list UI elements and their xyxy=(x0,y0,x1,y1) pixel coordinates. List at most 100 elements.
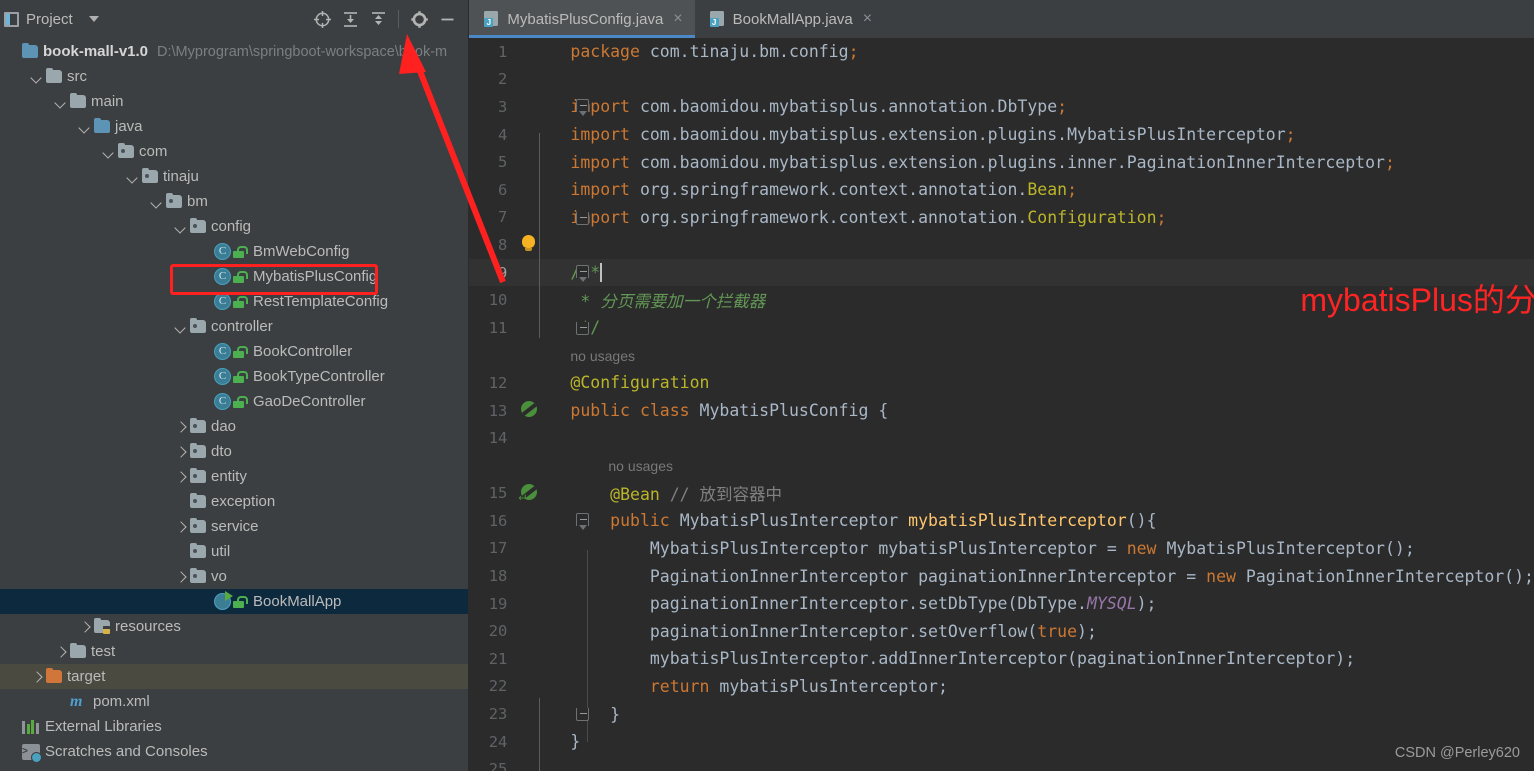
tree-item-resources[interactable]: resources xyxy=(0,614,468,639)
gutter-marker-area[interactable] xyxy=(515,286,561,314)
chevron-right-icon[interactable] xyxy=(174,470,188,484)
code-line[interactable]: 3 import com.baomidou.mybatisplus.annotat… xyxy=(469,93,1534,121)
tree-item-booktypecontroller[interactable]: C BookTypeController xyxy=(0,364,468,389)
code-line[interactable]: 4 import com.baomidou.mybatisplus.extensi… xyxy=(469,121,1534,149)
tree-item-test[interactable]: test xyxy=(0,639,468,664)
tree-item-bmwebconfig[interactable]: C BmWebConfig xyxy=(0,239,468,264)
tree-item-exception[interactable]: exception xyxy=(0,489,468,514)
intention-bulb-icon[interactable] xyxy=(522,235,536,252)
close-icon[interactable]: × xyxy=(673,11,682,27)
tree-item-main[interactable]: main xyxy=(0,89,468,114)
gutter-marker-area[interactable] xyxy=(515,424,561,452)
chevron-right-icon[interactable] xyxy=(174,520,188,534)
gutter-marker-area[interactable] xyxy=(515,121,561,149)
gutter-marker-area[interactable] xyxy=(515,342,561,370)
tree-item-target[interactable]: target xyxy=(0,664,469,689)
gutter-marker-area[interactable] xyxy=(515,617,561,645)
tree-item-util[interactable]: util xyxy=(0,539,468,564)
gutter-marker-area[interactable] xyxy=(515,259,590,287)
tree-item-service[interactable]: service xyxy=(0,514,468,539)
code-line[interactable]: 8 xyxy=(469,231,1534,259)
expand-all-icon[interactable] xyxy=(337,6,363,32)
chevron-right-icon[interactable] xyxy=(78,620,92,634)
locate-in-tree-icon[interactable] xyxy=(309,6,335,32)
tab-mybatisplusconfig[interactable]: MybatisPlusConfig.java × xyxy=(469,0,695,38)
gutter-marker-area[interactable] xyxy=(515,93,590,121)
tree-item-book-mall-v1-0[interactable]: book-mall-v1.0 D:\Myprogram\springboot-wo… xyxy=(0,39,468,64)
code-line[interactable]: 18 PaginationInnerInterceptor pagination… xyxy=(469,562,1534,590)
gutter-marker-area[interactable] xyxy=(515,176,561,204)
gutter-marker-area[interactable] xyxy=(515,728,561,756)
code-line[interactable]: 7 import org.springframework.context.anno… xyxy=(469,204,1534,232)
code-line[interactable]: 12 @Configuration xyxy=(469,369,1534,397)
tree-item-resttemplateconfig[interactable]: C RestTemplateConfig xyxy=(0,289,468,314)
gutter-marker-area[interactable] xyxy=(515,645,561,673)
code-line[interactable]: 20 paginationInnerInterceptor.setOverflo… xyxy=(469,617,1534,645)
tree-item-pom-xml[interactable]: m pom.xml xyxy=(0,689,468,714)
gutter-marker-area[interactable] xyxy=(515,590,561,618)
tree-item-scratches-and-consoles[interactable]: > Scratches and Consoles xyxy=(0,739,468,764)
gutter-marker-area[interactable] xyxy=(515,66,561,94)
navigate-icon[interactable]: ↵ xyxy=(518,490,526,503)
chevron-right-icon[interactable] xyxy=(174,570,188,584)
gutter-marker-area[interactable] xyxy=(515,148,561,176)
project-title-group[interactable]: Project xyxy=(4,11,99,28)
gutter-marker-area[interactable] xyxy=(515,535,561,563)
code-line[interactable]: 23 } xyxy=(469,700,1534,728)
chevron-right-icon[interactable] xyxy=(174,445,188,459)
chevron-down-icon[interactable] xyxy=(150,195,164,209)
fold-expand-icon[interactable] xyxy=(576,264,590,282)
tree-item-dao[interactable]: dao xyxy=(0,414,468,439)
code-line[interactable]: 2 xyxy=(469,66,1534,94)
tree-item-bm[interactable]: bm xyxy=(0,189,468,214)
gutter-marker-area[interactable] xyxy=(515,673,561,701)
gutter-marker-area[interactable] xyxy=(515,700,590,728)
gutter-marker-area[interactable] xyxy=(515,231,561,259)
chevron-down-icon[interactable] xyxy=(54,95,68,109)
gutter-marker-area[interactable] xyxy=(515,562,561,590)
code-line[interactable]: 22 return mybatisPlusInterceptor; xyxy=(469,673,1534,701)
tree-item-controller[interactable]: controller xyxy=(0,314,468,339)
code-line[interactable]: 25 xyxy=(469,755,1534,771)
code-line[interactable]: 21 mybatisPlusInterceptor.addInnerInterc… xyxy=(469,645,1534,673)
code-line[interactable]: 6 import org.springframework.context.anno… xyxy=(469,176,1534,204)
chevron-down-icon[interactable] xyxy=(174,320,188,334)
gutter-marker-area[interactable] xyxy=(515,204,590,232)
tree-item-config[interactable]: config xyxy=(0,214,468,239)
gutter-marker-area[interactable] xyxy=(515,452,561,480)
code-line[interactable]: 13 public class MybatisPlusConfig { xyxy=(469,397,1534,425)
tree-item-dto[interactable]: dto xyxy=(0,439,468,464)
code-line[interactable]: 1 package com.tinaju.bm.config; xyxy=(469,38,1534,66)
tree-item-mybatisplusconfig[interactable]: C MybatisPlusConfig xyxy=(0,264,468,289)
fold-collapse-icon[interactable] xyxy=(576,708,590,722)
code-line[interactable]: 5 import com.baomidou.mybatisplus.extensi… xyxy=(469,148,1534,176)
gutter-marker-area[interactable] xyxy=(515,397,561,425)
tree-item-com[interactable]: com xyxy=(0,139,468,164)
tree-item-tinaju[interactable]: tinaju xyxy=(0,164,468,189)
gutter-marker-area[interactable] xyxy=(515,314,590,342)
collapse-all-icon[interactable] xyxy=(365,6,391,32)
gear-icon[interactable] xyxy=(406,6,432,32)
chevron-right-icon[interactable] xyxy=(174,420,188,434)
gutter-marker-area[interactable] xyxy=(515,755,561,771)
fold-expand-icon[interactable] xyxy=(576,99,590,117)
gutter-marker-area[interactable]: ↵ xyxy=(515,480,561,508)
chevron-down-icon[interactable] xyxy=(30,70,44,84)
tree-item-java[interactable]: java xyxy=(0,114,468,139)
chevron-down-icon[interactable] xyxy=(174,220,188,234)
tree-item-external-libraries[interactable]: External Libraries xyxy=(0,714,468,739)
code-line[interactable]: 15 ↵ @Bean // 放到容器中 xyxy=(469,480,1534,508)
tree-item-src[interactable]: src xyxy=(0,64,468,89)
tab-bookmallapp[interactable]: BookMallApp.java × xyxy=(695,0,884,38)
chevron-down-icon[interactable] xyxy=(78,120,92,134)
code-line[interactable]: 14 xyxy=(469,424,1534,452)
chevron-right-icon[interactable] xyxy=(30,670,44,684)
code-line[interactable]: 17 MybatisPlusInterceptor mybatisPlusInt… xyxy=(469,535,1534,563)
tree-item-bookmallapp[interactable]: BookMallApp xyxy=(0,589,469,614)
chevron-down-icon[interactable] xyxy=(88,16,99,22)
gutter-marker-area[interactable] xyxy=(515,369,561,397)
project-tree[interactable]: book-mall-v1.0 D:\Myprogram\springboot-wo… xyxy=(0,38,469,771)
code-editor[interactable]: 1 package com.tinaju.bm.config; 2 3 import c… xyxy=(469,38,1534,771)
minimize-icon[interactable] xyxy=(434,6,460,32)
chevron-right-icon[interactable] xyxy=(54,645,68,659)
